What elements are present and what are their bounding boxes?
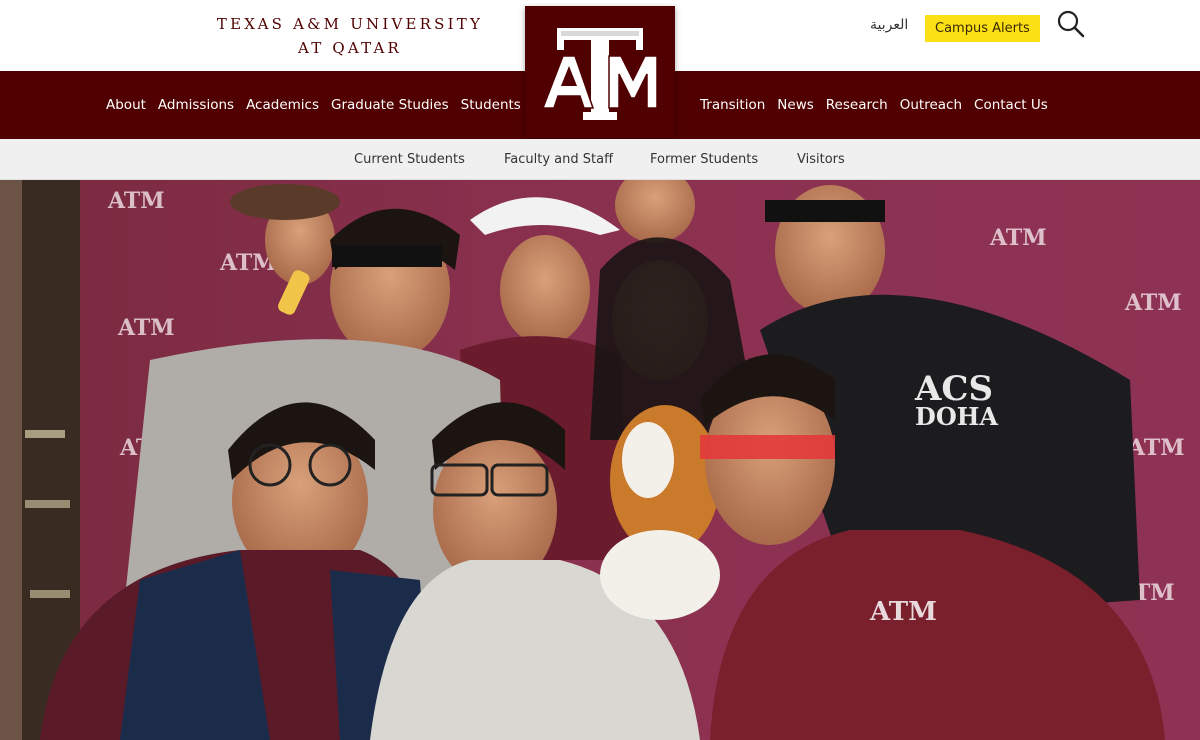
nav-transition[interactable]: Transition — [700, 97, 765, 113]
nav-research[interactable]: Research — [826, 97, 888, 113]
svg-text:ATM: ATM — [117, 315, 175, 341]
svg-text:ATM: ATM — [107, 188, 165, 214]
svg-text:ATM: ATM — [989, 225, 1047, 251]
svg-text:ATM: ATM — [1124, 290, 1182, 316]
nav-admissions[interactable]: Admissions — [158, 97, 234, 113]
nav-news[interactable]: News — [777, 97, 813, 113]
atm-logo — [541, 28, 658, 120]
home-logo-link[interactable] — [525, 6, 675, 138]
arabic-language-link[interactable]: العربية — [870, 17, 908, 33]
nav-academics[interactable]: Academics — [246, 97, 319, 113]
audience-subnav: Current Students Faculty and Staff Forme… — [0, 139, 1200, 180]
subnav-current-students[interactable]: Current Students — [354, 139, 465, 180]
svg-text:ATM: ATM — [869, 597, 937, 627]
nav-contact-us[interactable]: Contact Us — [974, 97, 1048, 113]
nav-right-group: Transition News Research Outreach Contac… — [700, 71, 1060, 139]
campus-alerts-button[interactable]: Campus Alerts — [925, 15, 1040, 42]
search-icon — [1057, 10, 1085, 38]
wordmark-line-1: TEXAS A&M UNIVERSITY — [216, 15, 484, 33]
hero-student-photo: ATM ATM ATM ATM ATM ATM ATM ATM ACS — [0, 180, 1200, 740]
student-group-photo: ATM ATM ATM ATM ATM ATM ATM ATM ACS — [0, 180, 1200, 740]
subnav-faculty-and-staff[interactable]: Faculty and Staff — [504, 139, 613, 180]
search-button[interactable] — [1055, 8, 1087, 40]
university-wordmark[interactable]: TEXAS A&M UNIVERSITY AT QATAR — [210, 12, 490, 60]
svg-text:ATM: ATM — [1127, 435, 1185, 461]
nav-outreach[interactable]: Outreach — [900, 97, 962, 113]
svg-text:DOHA: DOHA — [915, 402, 998, 431]
subnav-visitors[interactable]: Visitors — [797, 139, 845, 180]
nav-graduate-studies[interactable]: Graduate Studies — [331, 97, 449, 113]
subnav-former-students[interactable]: Former Students — [650, 139, 758, 180]
nav-left-group: About Admissions Academics Graduate Stud… — [106, 71, 533, 139]
nav-students[interactable]: Students — [461, 97, 521, 113]
nav-about[interactable]: About — [106, 97, 146, 113]
wordmark-line-2: AT QATAR — [297, 39, 402, 57]
